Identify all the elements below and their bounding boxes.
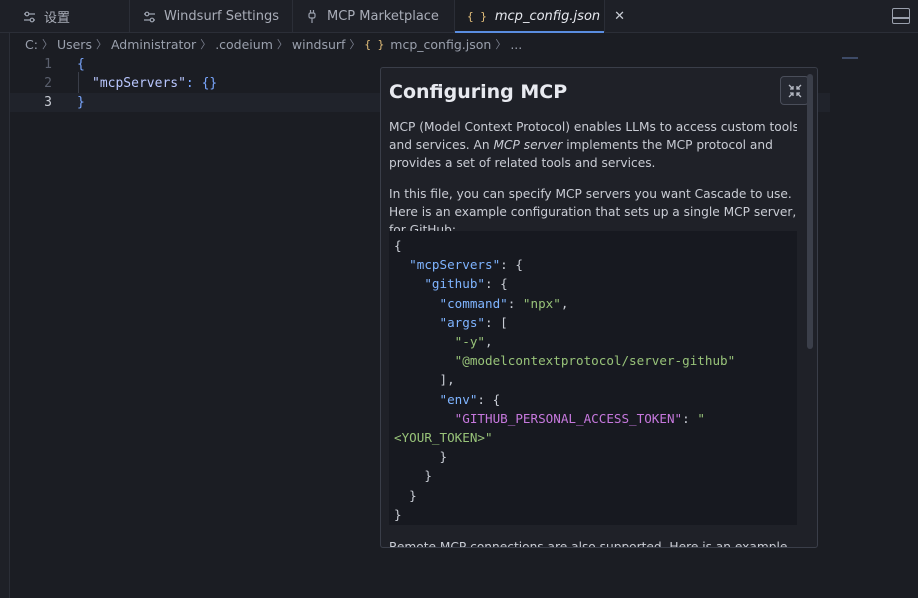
json-value: : {} [185, 76, 218, 91]
line-code: } [77, 95, 85, 110]
breadcrumb-item[interactable]: Administrator [111, 37, 196, 52]
chevron-right-icon: 〉 [495, 38, 507, 51]
json-braces-icon: { } [467, 9, 487, 23]
chevron-right-icon: 〉 [200, 38, 212, 51]
panel-title: Configuring MCP [389, 81, 568, 103]
panel-content: Configuring MCP MCP (Model Context Proto… [389, 68, 797, 547]
breadcrumb-item[interactable]: ... [510, 37, 522, 52]
line-number: 3 [44, 95, 52, 110]
tab-settings-zh[interactable]: 设置 [10, 0, 130, 33]
collapse-button[interactable] [780, 76, 809, 105]
plug-icon [305, 10, 319, 23]
breadcrumb-item[interactable]: .codeium [215, 37, 273, 52]
settings-sliders-icon [142, 11, 156, 23]
tab-bar: 设置 Windsurf Settings MCP Marketplace { }… [0, 0, 918, 33]
toggle-panel-layout-icon[interactable] [892, 8, 910, 24]
close-icon[interactable]: ✕ [614, 9, 625, 24]
line-number: 2 [44, 76, 52, 91]
panel-scrollbar[interactable] [807, 74, 813, 349]
chevron-right-icon: 〉 [95, 38, 107, 51]
breadcrumb-item[interactable]: Users [57, 37, 92, 52]
tab-label: MCP Marketplace [327, 9, 439, 24]
chevron-right-icon: 〉 [41, 38, 53, 51]
chevron-right-icon: 〉 [349, 38, 361, 51]
tab-label: mcp_config.json [494, 8, 601, 24]
json-braces-icon: { } [364, 37, 385, 51]
windsurf-editor-window: 设置 Windsurf Settings MCP Marketplace { }… [0, 0, 918, 598]
tab-windsurf-settings[interactable]: Windsurf Settings [130, 0, 293, 33]
breadcrumb: C: 〉 Users 〉 Administrator 〉 .codeium 〉 … [25, 33, 918, 55]
mcp-help-panel: Configuring MCP MCP (Model Context Proto… [380, 67, 818, 548]
collapse-arrows-icon [788, 84, 801, 97]
tab-mcp-marketplace[interactable]: MCP Marketplace [293, 0, 455, 33]
tab-label: Windsurf Settings [164, 9, 280, 24]
settings-sliders-icon [22, 11, 36, 23]
example-code-block: { "mcpServers": { "github": { "command":… [389, 231, 797, 525]
breadcrumb-item[interactable]: mcp_config.json [390, 37, 491, 52]
breadcrumb-item[interactable]: windsurf [292, 37, 346, 52]
tab-mcp-config-json[interactable]: { } mcp_config.json ✕ [455, 0, 625, 33]
line-number: 1 [44, 57, 52, 72]
chevron-right-icon: 〉 [276, 38, 288, 51]
activity-strip [0, 33, 10, 598]
tab-label: 设置 [44, 11, 71, 26]
remote-paragraph: Remote MCP connections are also supporte… [389, 540, 788, 547]
intro-paragraph: MCP (Model Context Protocol) enables LLM… [389, 120, 797, 170]
line-code: { [77, 57, 85, 72]
minimap-marker [842, 57, 858, 59]
line-code: "mcpServers": {} [92, 76, 217, 91]
breadcrumb-item[interactable]: C: [25, 37, 38, 52]
json-key: "mcpServers" [92, 76, 186, 91]
